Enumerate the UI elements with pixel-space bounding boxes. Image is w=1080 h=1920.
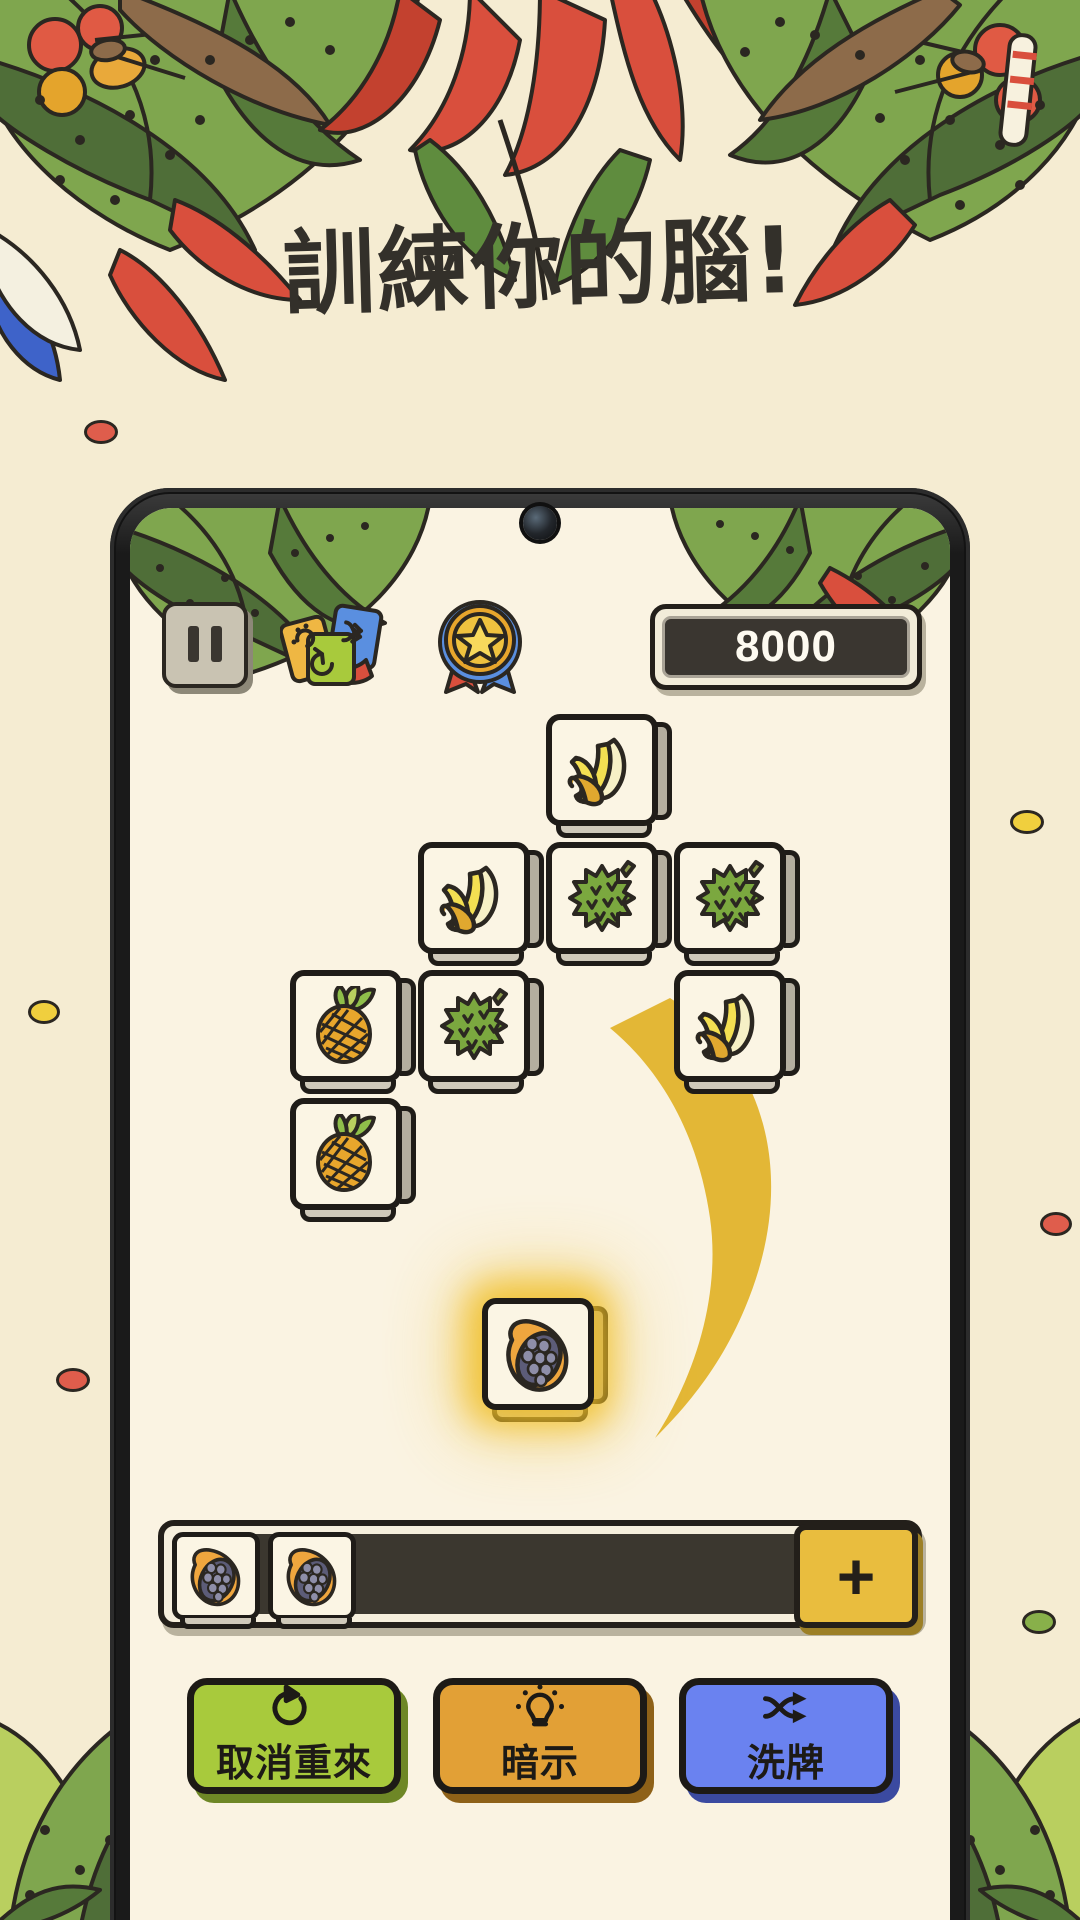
score-value: 8000 (735, 622, 837, 671)
tile-papaya-selected[interactable] (482, 1298, 608, 1422)
pause-button[interactable] (162, 602, 248, 688)
banana-icon (695, 993, 755, 1063)
pause-icon (211, 626, 222, 662)
tray-tile-papaya[interactable] (268, 1532, 356, 1629)
phone-mockup: 8000 + 取消重來 暗示 洗牌 (110, 488, 970, 1920)
collection-tray: + (158, 1520, 922, 1629)
lightbulb-icon (515, 1685, 565, 1727)
game-hud: 8000 (130, 594, 950, 694)
decorative-dot (1022, 1610, 1056, 1634)
banana-icon (567, 737, 627, 807)
hint-button[interactable]: 暗示 (433, 1678, 647, 1794)
durian-icon (440, 988, 508, 1060)
page-title: 訓練你的腦! (281, 206, 799, 329)
papaya-icon (190, 1548, 241, 1607)
action-button-row: 取消重來 暗示 洗牌 (130, 1678, 950, 1878)
add-slot-button[interactable]: + (794, 1524, 918, 1628)
tile-banana[interactable] (418, 842, 544, 966)
tile-board (130, 698, 950, 1488)
undo-button[interactable]: 取消重來 (187, 1678, 401, 1794)
decorative-dot (56, 1368, 90, 1392)
papaya-icon (506, 1319, 569, 1392)
decorative-dot (28, 1000, 60, 1024)
pause-icon (188, 626, 199, 662)
medal-icon[interactable] (430, 592, 530, 696)
tile-pineapple[interactable] (290, 1098, 416, 1222)
tile-durian[interactable] (546, 842, 672, 966)
screenshot-root: 訓練你的腦! 8000 + 取消重來 暗示 洗牌 (0, 0, 1080, 1920)
pineapple-icon (316, 1114, 376, 1192)
papaya-icon (286, 1548, 337, 1607)
undo-button-label: 取消重來 (215, 1741, 372, 1785)
decorative-dot (84, 420, 118, 444)
phone-camera (523, 506, 557, 540)
plus-icon: + (836, 1538, 876, 1613)
tile-durian[interactable] (418, 970, 544, 1094)
durian-icon (568, 860, 636, 932)
decorative-dot (1010, 810, 1044, 834)
undo-arrow-icon (272, 1685, 307, 1726)
score-display: 8000 (650, 604, 922, 690)
pineapple-icon (316, 986, 376, 1064)
powerup-cards-icon[interactable] (280, 598, 390, 688)
phone-screen: 8000 + 取消重來 暗示 洗牌 (130, 508, 950, 1920)
tile-banana[interactable] (546, 714, 672, 838)
hint-button-label: 暗示 (500, 1741, 579, 1785)
tile-durian[interactable] (674, 842, 800, 966)
tile-pineapple[interactable] (290, 970, 416, 1094)
banana-icon (439, 865, 499, 935)
tray-tile-papaya[interactable] (172, 1532, 260, 1629)
shuffle-button[interactable]: 洗牌 (679, 1678, 893, 1794)
tile-banana[interactable] (674, 970, 800, 1094)
shuffle-icon (763, 1691, 807, 1724)
shuffle-button-label: 洗牌 (746, 1741, 825, 1785)
decorative-dot (1040, 1212, 1072, 1236)
score-panel: 8000 (662, 616, 910, 678)
durian-icon (696, 860, 764, 932)
